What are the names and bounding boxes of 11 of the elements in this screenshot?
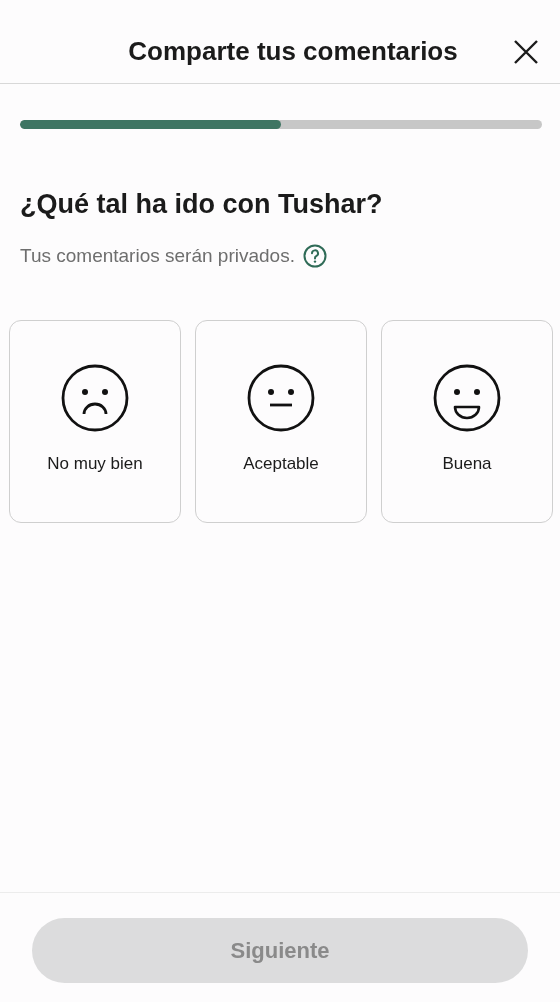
dialog-title: Comparte tus comentarios bbox=[128, 36, 458, 67]
neutral-face-icon bbox=[247, 364, 315, 432]
rating-option[interactable]: No muy bien bbox=[9, 320, 181, 523]
close-icon[interactable] bbox=[512, 38, 540, 66]
help-icon[interactable] bbox=[302, 244, 327, 268]
rating-option[interactable]: Buena bbox=[381, 320, 553, 523]
privacy-note: Tus comentarios serán privados. bbox=[20, 245, 295, 267]
question-heading: ¿Qué tal ha ido con Tushar? bbox=[20, 189, 384, 220]
smiling-face-icon bbox=[433, 364, 501, 432]
rating-option[interactable]: Aceptable bbox=[195, 320, 367, 523]
sad-face-icon bbox=[61, 364, 129, 432]
